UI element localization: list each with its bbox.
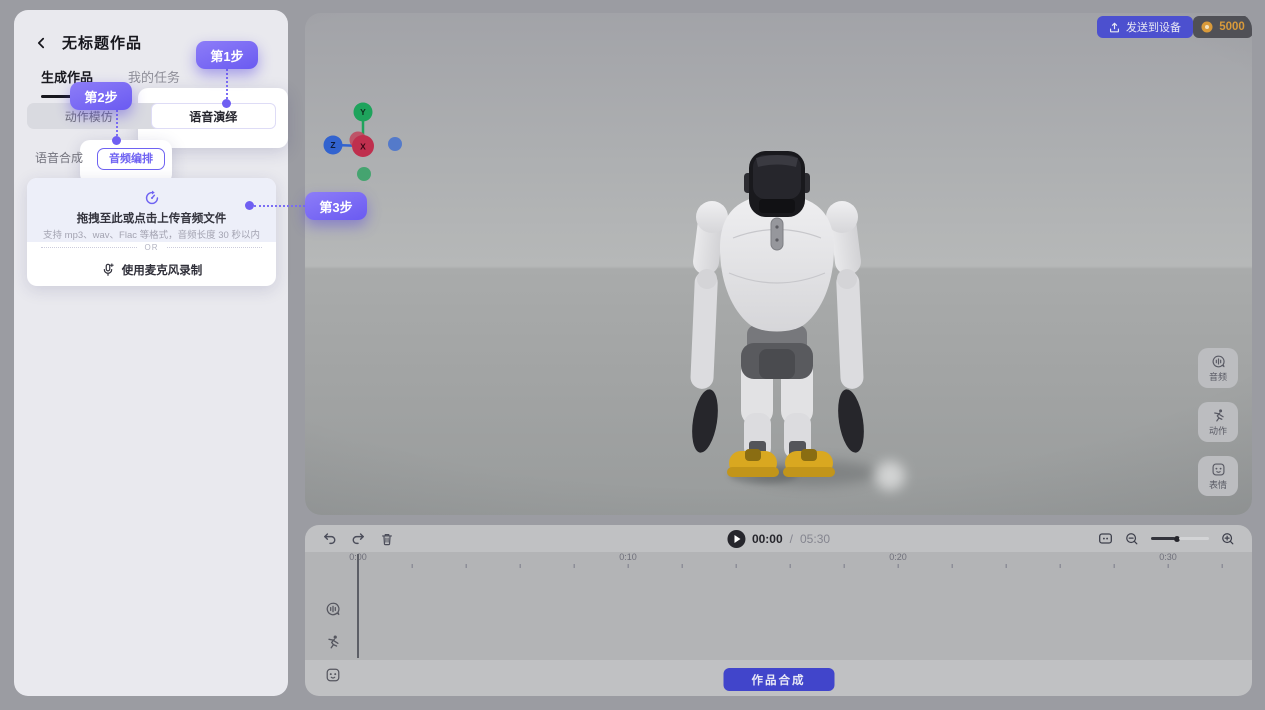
undo-icon — [323, 533, 335, 545]
chevron-left-icon — [37, 37, 45, 48]
timeline-panel: 00:00 / 05:30 0:10 0:20 0:30 作品合成 — [305, 525, 1252, 696]
track-audio-icon[interactable] — [325, 601, 341, 617]
playback-controls: 00:00 / 05:30 — [726, 525, 831, 552]
or-label: OR — [144, 243, 159, 252]
tool-expression-label: 表情 — [1208, 479, 1227, 490]
compose-work-button[interactable]: 作品合成 — [723, 668, 834, 691]
3d-viewport[interactable]: 发送到设备 5000 Y Z X 音频 动作 表情 — [305, 13, 1252, 515]
zoom-in-icon — [1222, 532, 1234, 544]
credits-value: 5000 — [1219, 21, 1245, 33]
upload-title: 拖拽至此或点击上传音频文件 — [76, 213, 227, 225]
delete-button[interactable] — [379, 531, 395, 547]
sidebar-header: 无标题作品 — [32, 32, 142, 53]
tutorial-dot-3 — [245, 201, 254, 210]
total-time: 05:30 — [800, 531, 831, 546]
send-to-device-label: 发送到设备 — [1126, 22, 1181, 34]
upload-share-icon — [1109, 22, 1120, 32]
robot-model[interactable] — [685, 143, 925, 503]
ruler-tick-label: 0:20 — [889, 552, 907, 562]
axis-z-label: Z — [330, 140, 335, 150]
tutorial-dot-2 — [112, 136, 121, 145]
tutorial-step-3-badge: 第3步 — [305, 192, 367, 220]
motion-icon — [1213, 408, 1224, 422]
trash-icon — [382, 533, 392, 545]
ruler-tick-label: 0:30 — [1159, 552, 1177, 562]
tool-audio-label: 音频 — [1208, 371, 1227, 382]
project-title: 无标题作品 — [62, 35, 143, 52]
record-with-mic-button[interactable]: 使用麦克风录制 — [27, 262, 276, 278]
tutorial-dot-1 — [222, 99, 231, 108]
playhead[interactable] — [357, 554, 359, 658]
mode-voice-performance[interactable]: 语音演绎 — [150, 103, 276, 129]
tool-audio-button[interactable]: 音频 — [1198, 348, 1238, 388]
or-divider: OR — [41, 243, 262, 252]
fit-timeline-button[interactable] — [1097, 531, 1113, 547]
tutorial-connector-1 — [226, 69, 228, 99]
send-to-device-button[interactable]: 发送到设备 — [1097, 16, 1193, 38]
axis-neg-y-handle — [357, 167, 371, 181]
coin-icon — [1201, 21, 1213, 33]
sub-tabs: 语音合成 音频编排 — [35, 147, 166, 170]
zoom-out-button[interactable] — [1124, 531, 1140, 547]
ruler-tick-label: 0:10 — [619, 552, 637, 562]
undo-button[interactable] — [321, 531, 337, 547]
track-motion-icon[interactable] — [325, 634, 341, 650]
tool-expression-button[interactable]: 表情 — [1198, 456, 1238, 496]
subtab-audio-arrange[interactable]: 音频编排 — [97, 147, 166, 170]
timeline-footer: 作品合成 — [305, 660, 1252, 696]
play-button[interactable] — [726, 529, 745, 548]
expression-icon — [1212, 463, 1224, 475]
tutorial-connector-2 — [116, 110, 118, 136]
zoom-out-icon — [1126, 532, 1138, 544]
back-button[interactable] — [32, 34, 50, 52]
upload-timer-icon — [144, 190, 160, 206]
audio-upload-dropzone[interactable]: 拖拽至此或点击上传音频文件 支持 mp3、wav、Flac 等格式，音频长度 3… — [27, 178, 276, 286]
timeline-zoom-slider[interactable] — [1151, 535, 1209, 542]
axis-x-label: X — [360, 142, 366, 152]
tool-motion-label: 动作 — [1208, 425, 1227, 436]
timeline-ruler[interactable]: 0:00 0:10 0:20 0:30 — [305, 552, 1252, 568]
subtab-voice-synthesis[interactable]: 语音合成 — [35, 147, 83, 170]
current-time: 00:00 — [751, 531, 783, 546]
axis-neg-z-handle — [388, 137, 402, 151]
time-separator: / — [789, 531, 794, 546]
credits-badge[interactable]: 5000 — [1193, 16, 1252, 38]
timeline-zoom-controls — [1097, 525, 1236, 552]
fit-view-icon — [1098, 533, 1112, 544]
microphone-icon — [103, 263, 114, 276]
upload-drop-area[interactable]: 拖拽至此或点击上传音频文件 支持 mp3、wav、Flac 等格式，音频长度 3… — [27, 178, 276, 242]
axis-y-label: Y — [360, 107, 366, 117]
timeline-tracks[interactable]: 0:00 0:10 0:20 0:30 — [305, 552, 1252, 682]
redo-icon — [352, 533, 364, 545]
axis-gizmo[interactable]: Y Z X — [305, 98, 415, 198]
audio-icon — [1212, 355, 1225, 367]
tutorial-connector-3 — [254, 205, 305, 207]
tutorial-step-2-badge: 第2步 — [70, 82, 132, 110]
mic-record-label: 使用麦克风录制 — [121, 265, 203, 277]
sidebar: 无标题作品 生成作品 我的任务 动作模仿 语音演绎 语音合成 音频编排 拖拽至此… — [14, 10, 288, 696]
zoom-in-button[interactable] — [1220, 531, 1236, 547]
upload-hint: 支持 mp3、wav、Flac 等格式，音频长度 30 秒以内 — [43, 230, 260, 241]
redo-button[interactable] — [350, 531, 366, 547]
tutorial-step-1-badge: 第1步 — [196, 41, 258, 69]
app-window: 无标题作品 生成作品 我的任务 动作模仿 语音演绎 语音合成 音频编排 拖拽至此… — [0, 0, 1265, 710]
tool-motion-button[interactable]: 动作 — [1198, 402, 1238, 442]
mode-segmented-control: 动作模仿 语音演绎 — [27, 103, 276, 129]
